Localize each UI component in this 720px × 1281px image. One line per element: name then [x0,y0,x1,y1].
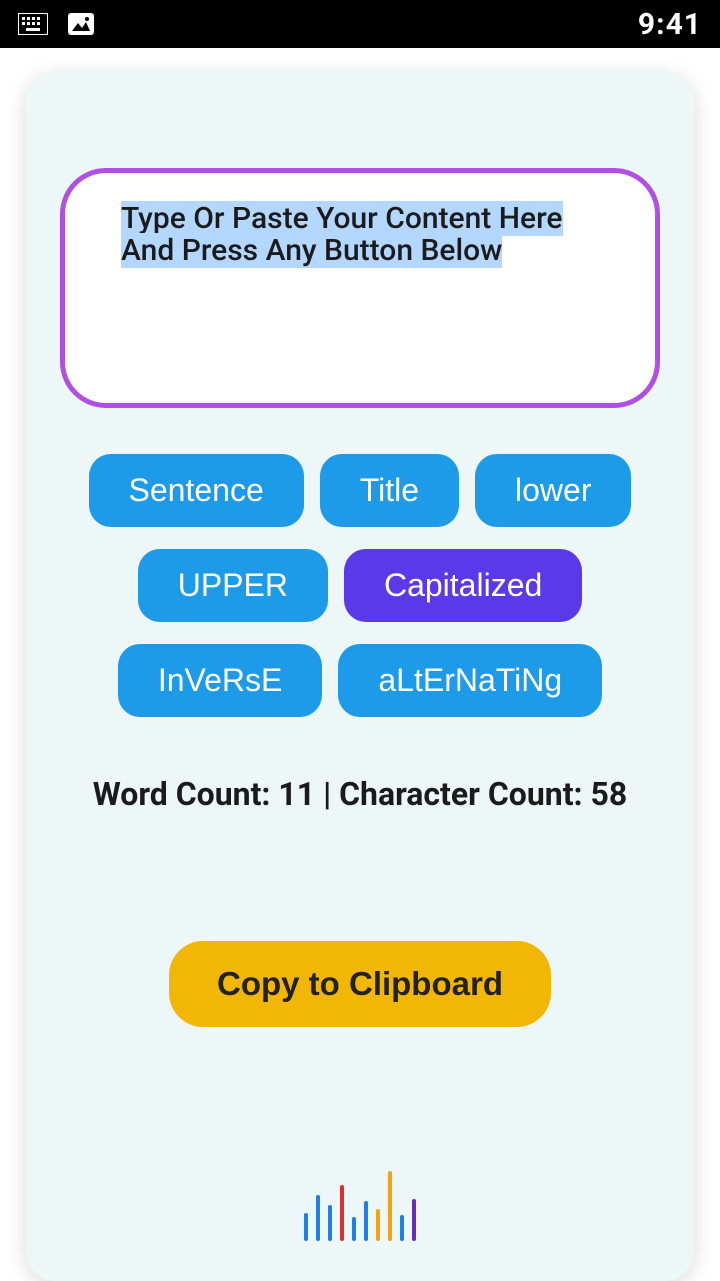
content-textarea[interactable]: Type Or Paste Your Content Here And Pres… [60,168,660,408]
main-card: Type Or Paste Your Content Here And Pres… [26,72,694,1281]
android-status-bar: 9:41 [0,0,720,48]
decor-bar [412,1199,416,1241]
status-left-icons [18,13,98,35]
word-count-label: Word Count: [93,775,271,813]
decor-bar [400,1215,404,1241]
inverse-case-button[interactable]: InVeRsE [118,644,323,717]
upper-case-button[interactable]: UPPER [138,549,328,622]
case-button-grid: Sentence Title lower UPPER Capitalized I… [44,454,676,717]
copy-to-clipboard-button[interactable]: Copy to Clipboard [169,941,551,1027]
count-separator: | [323,775,331,813]
capitalized-case-button[interactable]: Capitalized [344,549,582,622]
title-case-button[interactable]: Title [320,454,459,527]
textarea-text: Type Or Paste Your Content Here And Pres… [121,203,599,266]
decor-bar [340,1185,344,1241]
decor-bar [328,1205,332,1241]
decor-bar [376,1209,380,1241]
decor-bar [316,1195,320,1241]
count-display: Word Count: 11 | Character Count: 58 [44,775,676,813]
lower-case-button[interactable]: lower [475,454,631,527]
alternating-case-button[interactable]: aLtErNaTiNg [338,644,602,717]
status-time: 9:41 [638,7,702,42]
decor-bar [388,1171,392,1241]
sentence-case-button[interactable]: Sentence [89,454,304,527]
word-count-value: 11 [278,775,315,813]
decor-bar [364,1201,368,1241]
char-count-label: Character Count: [339,775,582,813]
char-count-value: 58 [591,775,628,813]
decor-bar [352,1217,356,1241]
decorative-bars [44,1171,676,1241]
decor-bar [304,1213,308,1241]
keyboard-icon [18,13,48,35]
image-icon [68,13,98,35]
